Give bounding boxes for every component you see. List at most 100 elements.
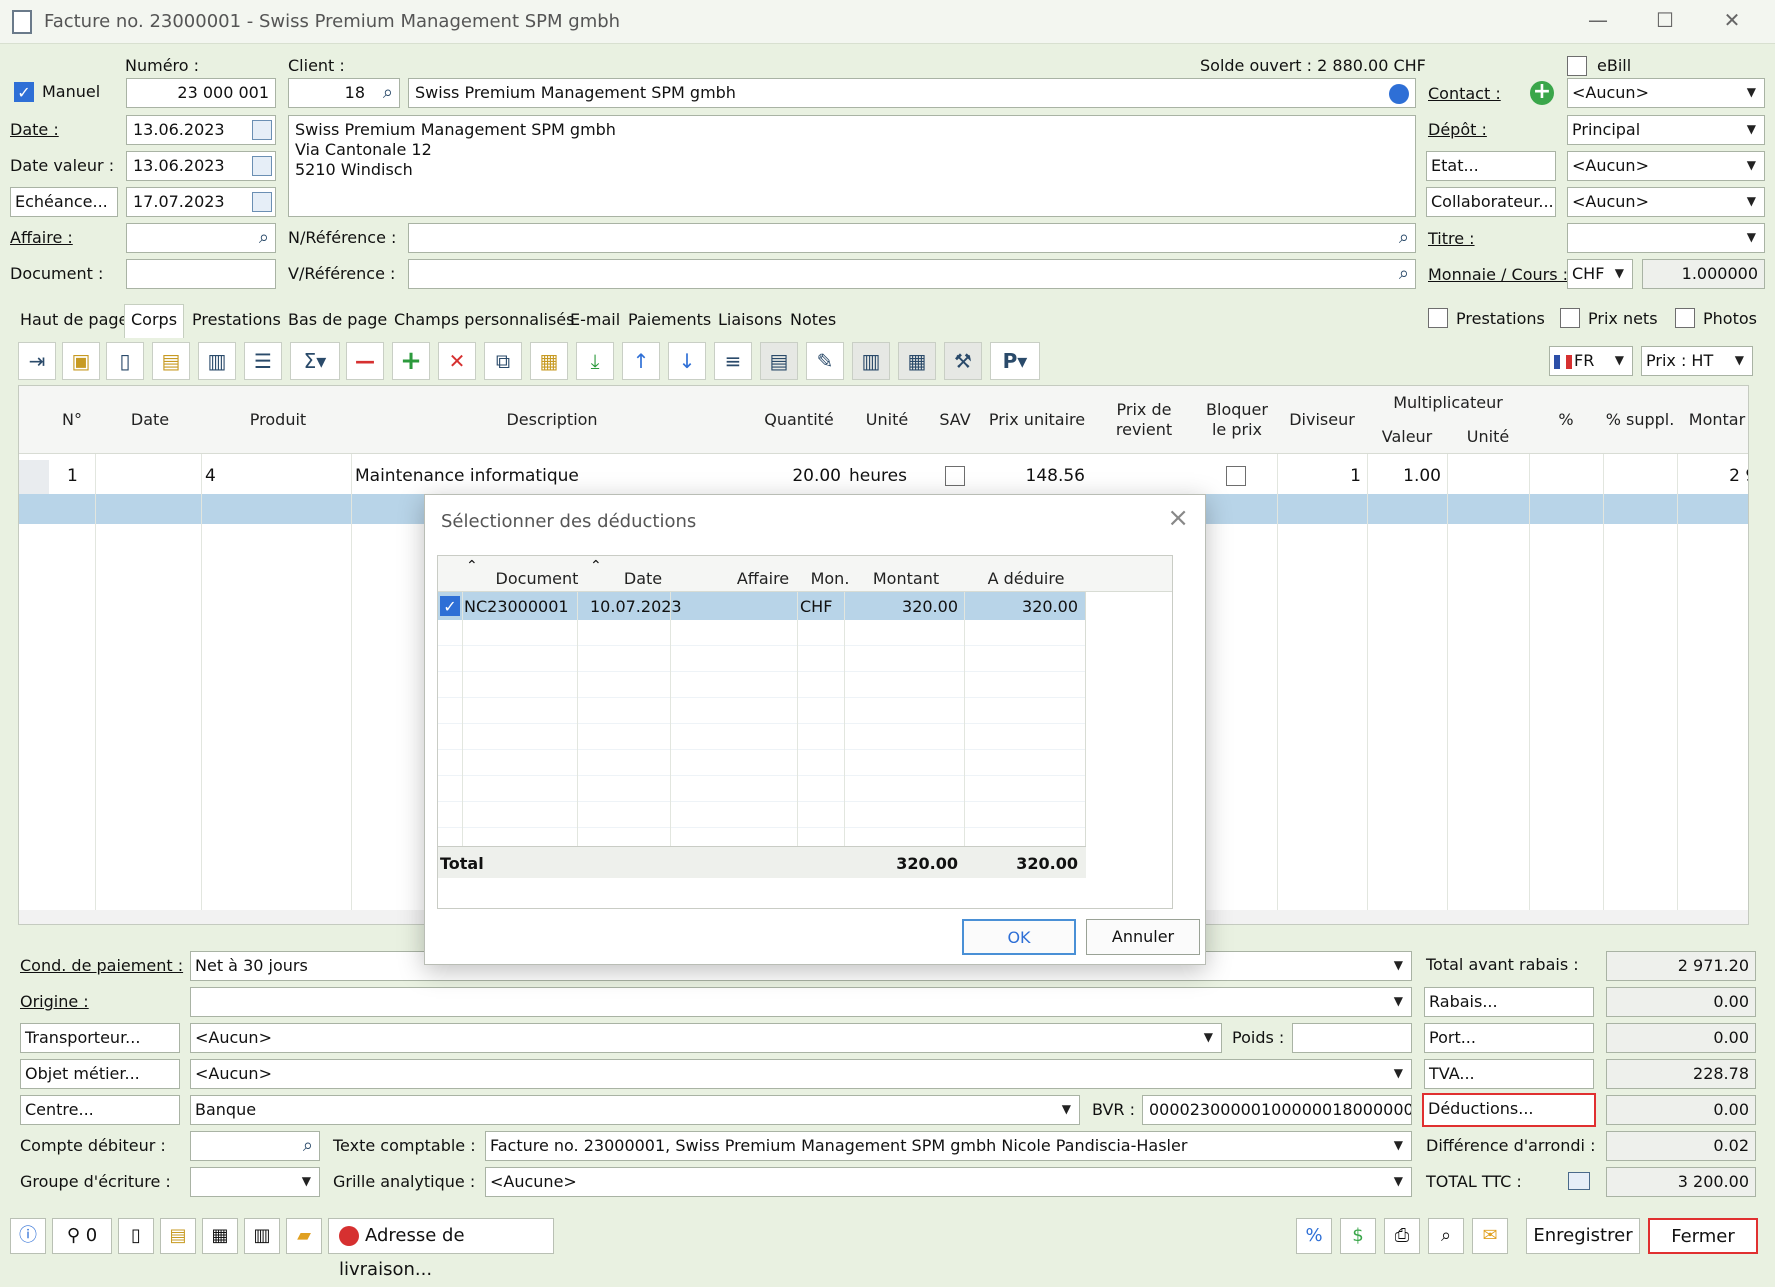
centre-select[interactable]: Banque [190,1095,1080,1125]
move-up-icon[interactable]: ↑ [622,342,660,380]
grille-analytique-select[interactable]: <Aucune> [485,1167,1412,1197]
row-checkbox[interactable]: ✓ [440,596,460,616]
search-icon[interactable]: ⌕ [383,82,393,103]
document-field[interactable] [126,259,276,289]
manuel-checkbox[interactable]: ✓ [14,82,34,102]
affaire-field[interactable]: ⌕ [126,223,276,253]
collaborateur-button[interactable]: Collaborateur... [1426,187,1556,217]
add-line-icon[interactable]: + [392,342,430,380]
cell-unite[interactable]: heures [849,466,907,486]
ok-button[interactable]: OK [962,919,1076,955]
contact-label[interactable]: Contact : [1428,84,1501,103]
add-contact-icon[interactable]: + [1530,81,1554,105]
insert-icon[interactable]: ⇥ [18,342,56,380]
groupe-ecriture-select[interactable] [190,1167,320,1197]
compte-debiteur-field[interactable]: ⌕ [190,1131,320,1161]
tab-paiements[interactable]: Paiements [622,310,717,336]
echeance-button[interactable]: Echéance... [10,187,118,217]
col-header-quantite[interactable]: Quantité [751,386,847,454]
box-icon[interactable]: ▤ [152,342,190,380]
client-name-field[interactable]: Swiss Premium Management SPM gmbh [408,78,1416,108]
col-header-unite[interactable]: Unité [847,386,927,454]
tab-email[interactable]: E-mail [564,310,626,336]
texte-comptable-select[interactable]: Facture no. 23000001, Swiss Premium Mana… [485,1131,1412,1161]
tab-bas-de-page[interactable]: Bas de page [282,310,393,336]
info-icon[interactable]: ⓘ [10,1218,46,1254]
new-page-icon[interactable]: ▯ [106,342,144,380]
objet-metier-select[interactable]: <Aucun> [190,1059,1412,1089]
col-header-unite2[interactable]: Unité [1447,420,1529,454]
search-icon[interactable]: ⌕ [259,227,269,248]
address-box[interactable]: Swiss Premium Management SPM gmbh Via Ca… [288,115,1416,217]
search-icon[interactable]: ⌕ [303,1135,313,1156]
tab-prestations[interactable]: Prestations [186,310,287,336]
vref-field[interactable]: ⌕ [408,259,1416,289]
report-icon[interactable]: ▥ [244,1218,280,1254]
col-header-date[interactable]: Date [97,386,203,454]
deductions-button[interactable]: Déductions... [1422,1093,1596,1127]
folder-icon[interactable]: ▰ [286,1218,322,1254]
origine-select[interactable] [190,987,1412,1017]
echeance-field[interactable]: 17.07.2023 [126,187,276,217]
calendar-icon[interactable] [252,120,272,140]
table-icon[interactable]: ▦ [202,1218,238,1254]
collaborateur-select[interactable]: <Aucun> [1567,187,1765,217]
prix-select[interactable]: Prix : HT [1641,346,1753,376]
etat-select[interactable]: <Aucun> [1567,151,1765,181]
barcode-icon[interactable]: ▥ [198,342,236,380]
photos-checkbox[interactable] [1675,308,1695,328]
depot-select[interactable]: Principal [1567,115,1765,145]
transporteur-select[interactable]: <Aucun> [190,1023,1222,1053]
etat-button[interactable]: Etat... [1426,151,1556,181]
cell-produit[interactable]: 4 [205,466,216,486]
col-header-sav[interactable]: SAV [927,386,983,454]
col-header-produit[interactable]: Produit [203,386,353,454]
p-menu-icon[interactable]: P▾ [990,342,1040,380]
nref-field[interactable]: ⌕ [408,223,1416,253]
col-header-montant[interactable]: Montar [1677,386,1748,454]
stock-icon[interactable]: ▦ [898,342,936,380]
tab-notes[interactable]: Notes [784,310,842,336]
text-icon[interactable]: ▤ [760,342,798,380]
language-select[interactable]: FR [1549,346,1633,376]
enregistrer-button[interactable]: Enregistrer [1526,1218,1640,1254]
paste-icon[interactable]: ▦ [530,342,568,380]
prestations-checkbox[interactable] [1428,308,1448,328]
sav-checkbox[interactable] [945,466,965,486]
numero-field[interactable]: 23 000 001 [126,78,276,108]
col-header-prix-unitaire[interactable]: Prix unitaire [983,386,1091,454]
titre-select[interactable] [1567,223,1765,253]
close-button[interactable]: ✕ [1712,8,1752,34]
col-header-a-deduire[interactable]: A déduire [966,556,1086,592]
cell-quantite[interactable]: 20.00 [751,466,841,486]
archive-icon[interactable]: ▤ [160,1218,196,1254]
tools-icon[interactable]: ⚒ [944,342,982,380]
tab-corps[interactable]: Corps [124,304,185,338]
cell-diviseur[interactable]: 1 [1277,466,1361,486]
col-header-pct-suppl[interactable]: % suppl. [1603,386,1677,454]
email-icon[interactable]: ✉ [1472,1218,1508,1254]
col-header-diviseur[interactable]: Diviseur [1277,386,1367,454]
monnaie-select[interactable]: CHF [1567,259,1633,289]
remove-line-icon[interactable]: — [346,342,384,380]
cours-field[interactable]: 1.000000 [1642,259,1765,289]
attachments-button[interactable]: ⚲ 0 [52,1218,112,1254]
edit-icon[interactable]: ✎ [806,342,844,380]
percent-icon[interactable]: % [1296,1218,1332,1254]
bloquer-checkbox[interactable] [1226,466,1246,486]
rabais-button[interactable]: Rabais... [1424,987,1594,1017]
bvr-field[interactable]: 000023000001000000180000004 [1142,1095,1412,1125]
deductions-grid[interactable]: Document ⌃ Date ⌃ Affaire Mon. Montant A… [437,555,1173,909]
maximize-button[interactable]: ☐ [1645,8,1685,34]
tab-haut-de-page[interactable]: Haut de page [14,310,134,336]
ebill-checkbox[interactable] [1567,56,1587,76]
print-icon[interactable]: ⎙ [1384,1218,1420,1254]
navigate-icon[interactable] [1389,84,1409,104]
copy-icon[interactable]: ⧉ [484,342,522,380]
tab-liaisons[interactable]: Liaisons [712,310,788,336]
sum-icon[interactable]: Σ▾ [290,342,340,380]
prix-nets-checkbox[interactable] [1560,308,1580,328]
money-icon[interactable]: $ [1340,1218,1376,1254]
row-selector[interactable] [19,460,49,494]
cancel-button[interactable]: Annuler [1086,919,1200,955]
